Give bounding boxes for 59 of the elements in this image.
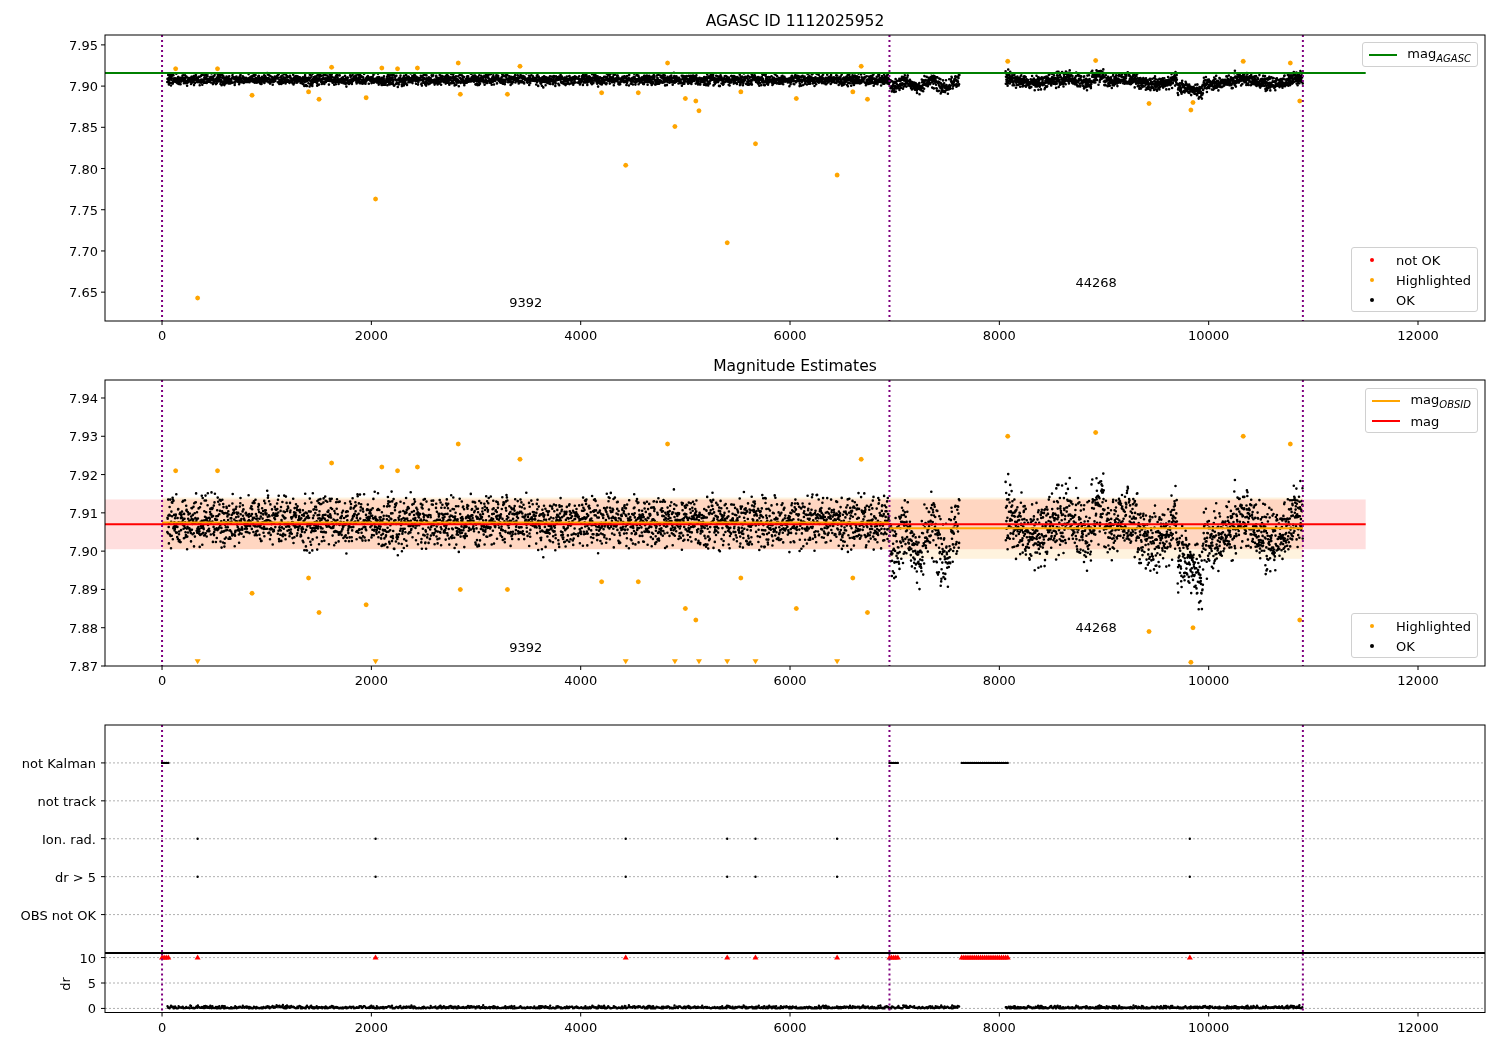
chart-title: Magnitude Estimates	[713, 357, 877, 375]
axis-title: dr	[58, 977, 73, 991]
axis-tick-label: 0	[87, 1001, 96, 1017]
legend-label: mag$_{AGASC}$	[1407, 46, 1471, 64]
axis-tick-label: 6000	[773, 673, 807, 688]
axis-tick-label: 0	[157, 673, 167, 688]
axis-tick-label: 7.89	[69, 582, 98, 598]
axis-tick-label: 12000	[1397, 1019, 1439, 1035]
axis-tick-label: 8000	[982, 328, 1016, 343]
legend-label: not OK	[1396, 252, 1441, 268]
axis-tick-label: 10000	[1188, 328, 1230, 343]
axis-tick-label: 7.93	[69, 429, 98, 445]
legend-label: Highlighted	[1396, 272, 1471, 288]
axis-tick-label: not track	[37, 793, 96, 809]
axis-tick-label: 10000	[1188, 1019, 1230, 1035]
axis-tick-label: 7.80	[69, 161, 98, 177]
axis-tick-label: 0	[157, 1019, 167, 1035]
legend-label: mag$_{OBSID}$	[1410, 392, 1471, 410]
axis-tick-label: 6000	[773, 328, 807, 343]
axis-tick-label: 2000	[354, 1019, 388, 1035]
axis-tick-label: 4000	[564, 1019, 598, 1035]
axis-tick-label: 7.95	[69, 37, 98, 53]
legend-label: mag	[1410, 413, 1440, 429]
segment-label: 44268	[1075, 620, 1117, 635]
axis-tick-label: 10	[79, 953, 96, 966]
axis-tick-label: 7.92	[69, 467, 98, 483]
axis-tick-label: 4000	[564, 328, 598, 343]
axis-tick-label: Ion. rad.	[42, 831, 96, 847]
segment-label: 44268	[1075, 275, 1117, 290]
axis-tick-label: 6000	[773, 1019, 807, 1035]
legend-label: OK	[1396, 638, 1415, 654]
axis-tick-label: 7.85	[69, 120, 98, 136]
axis-tick-label: 7.75	[69, 202, 98, 218]
axis-tick-label: 8000	[982, 673, 1016, 688]
axis-tick-label: OBS not OK	[20, 907, 96, 923]
axis-tick-label: 12000	[1397, 328, 1439, 343]
axis-tick-label: 8000	[982, 1019, 1016, 1035]
axis-tick-label: 7.87	[69, 659, 98, 674]
axis-tick-label: 7.70	[69, 243, 98, 259]
axis-tick-label: not Kalman	[21, 755, 96, 771]
segment-label: 9392	[509, 640, 543, 655]
axis-tick-label: 2000	[354, 328, 388, 343]
axis-tick-label: 12000	[1397, 673, 1439, 688]
axis-tick-label: 7.90	[69, 544, 98, 560]
axis-tick-label: 7.88	[69, 620, 98, 636]
axis-tick-label: 10000	[1188, 673, 1230, 688]
axis-tick-label: 7.65	[69, 285, 98, 301]
axis-tick-label: 5	[87, 976, 96, 991]
axis-tick-label: 4000	[564, 673, 598, 688]
legend-label: OK	[1396, 292, 1415, 308]
axis-tick-label: dr > 5	[54, 869, 96, 885]
axis-tick-label: 7.90	[69, 79, 98, 95]
axis-tick-label: 7.91	[69, 505, 98, 521]
axis-tick-label: 2000	[354, 673, 388, 688]
legend-label: Highlighted	[1396, 618, 1471, 634]
segment-label: 9392	[509, 295, 543, 310]
chart-title: AGASC ID 1112025952	[705, 12, 885, 30]
axis-tick-label: 7.94	[69, 391, 98, 406]
axis-tick-label: 0	[157, 328, 167, 343]
